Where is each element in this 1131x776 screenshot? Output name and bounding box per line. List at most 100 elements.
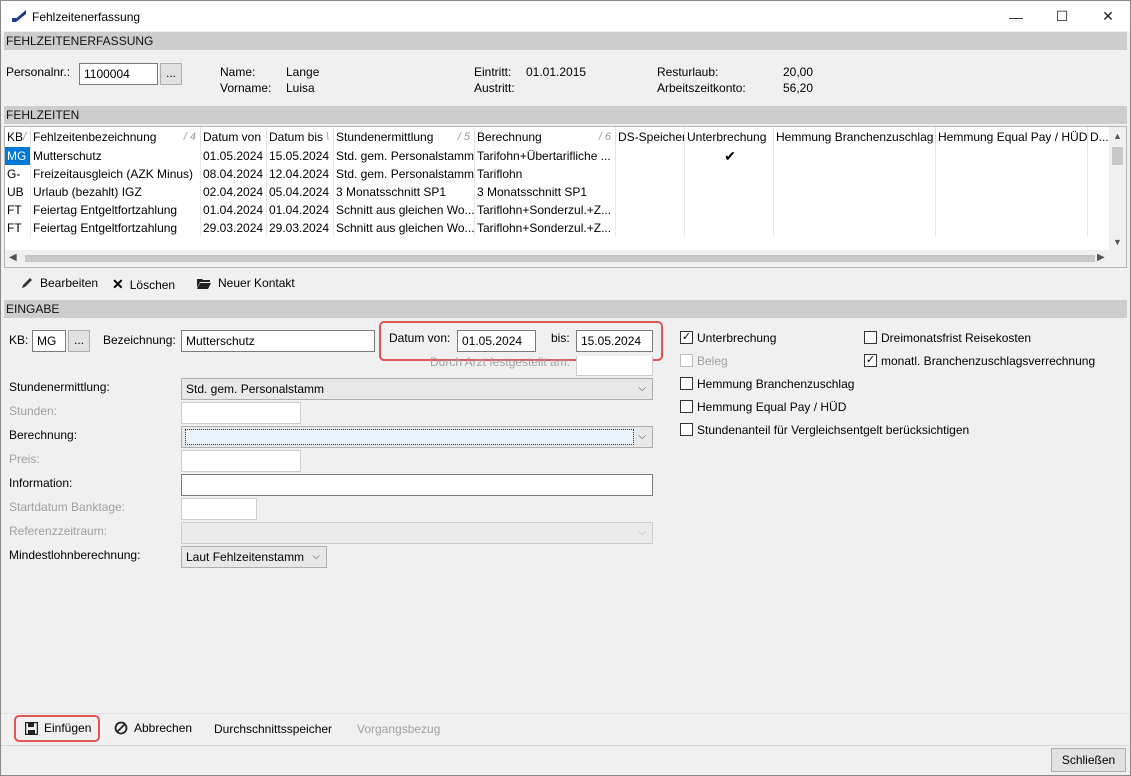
hemmung-equal-pay-checkbox[interactable] [680,400,693,413]
schliessen-button[interactable]: Schließen [1051,748,1126,772]
horizontal-scrollbar[interactable]: ◀ ▶ [5,250,1126,267]
minimize-button[interactable]: — [993,1,1039,32]
mindestlohn-select[interactable]: Laut Fehlzeitenstamm ⌵ [181,546,327,568]
bezeichnung-input[interactable]: Mutterschutz [181,330,375,352]
berechnung-focus-box [185,429,634,445]
neuer-kontakt-label: Neuer Kontakt [218,276,295,290]
vorgangsbezug-button[interactable]: Vorgangsbezug [357,722,440,736]
stundenermittlung-value: Std. gem. Personalstamm [186,382,325,396]
personalnr-browse-button[interactable]: ... [160,63,182,85]
monatl-branchenzuschlag-label: monatl. Branchenzuschlagsverrechnung [881,354,1096,368]
cell-hemmung-branchen [774,147,936,165]
cell-stundenermittlung: Schnitt aus gleichen Wo... [336,219,475,237]
section-header-eingabe: EINGABE [4,300,1127,318]
stundenanteil-checkbox[interactable] [680,423,693,436]
scroll-up-icon[interactable]: ▲ [1113,131,1122,141]
bearbeiten-button[interactable]: Bearbeiten [20,276,98,290]
cell-berechnung: Tariflohn+Sonderzul.+Z... [475,219,616,237]
dreimonatsfrist-checkbox[interactable] [864,331,877,344]
durchschnittsspeicher-button[interactable]: Durchschnittsspeicher [214,722,332,736]
startdatum-banktage-input[interactable] [181,498,257,520]
datum-von-input[interactable]: 01.05.2024 [457,330,536,352]
column-header-datum-bis[interactable]: Datum bis \ [267,127,334,147]
cell-stundenermittlung: Schnitt aus gleichen Wo... [336,201,475,219]
cell-unterbrechung [685,183,774,201]
scroll-left-icon[interactable]: ◀ [9,252,17,263]
berechnung-select[interactable]: ⌵ [181,426,653,448]
einfuegen-label: Einfügen [44,721,92,735]
cell-datum-von: 01.04.2024 [201,201,267,219]
column-header-berechnung[interactable]: Berechnung/ 6 [475,127,616,147]
column-header-stundenermittlung[interactable]: Stundenermittlung/ 5 [334,127,475,147]
loeschen-label: Löschen [129,277,176,292]
vorname-label: Vorname: [220,81,272,95]
stunden-label: Stunden: [9,404,58,418]
stunden-input[interactable] [181,402,301,424]
fehlzeiten-grid[interactable]: KB / Fehlzeitenbezeichnung/ 4 Datum von D… [4,126,1127,268]
cell-unterbrechung-check-icon: ✔ [685,147,774,165]
personalnr-label: Personalnr.: [6,65,71,79]
arzt-festgestellt-input[interactable] [576,356,653,376]
column-header-fehlzeitenbezeichnung[interactable]: Fehlzeitenbezeichnung/ 4 [31,127,201,147]
vertical-scrollbar[interactable]: ▲ ▼ [1109,127,1126,251]
cancel-circle-icon [114,721,128,735]
arbeitszeitkonto-label: Arbeitszeitkonto: [657,81,746,95]
referenzzeitraum-label: Referenzzeitraum: [9,524,108,538]
loeschen-button[interactable]: ✕ Löschen [112,276,175,293]
cell-hemmung-equal [936,165,1088,183]
close-icon: ✕ [1102,8,1114,24]
referenzzeitraum-select[interactable]: ⌵ [181,522,653,544]
column-header-ds-speicher[interactable]: DS-Speicher [616,127,685,147]
cell-unterbrechung [685,201,774,219]
kb-input[interactable]: MG [32,330,66,352]
vorname-value: Luisa [286,81,315,95]
column-header-hemmung-equal-pay[interactable]: Hemmung Equal Pay / HÜD [936,127,1088,147]
scroll-down-icon[interactable]: ▼ [1113,237,1122,247]
scroll-right-icon[interactable]: ▶ [1097,252,1105,263]
cell-berechnung: Tariflohn [475,165,616,183]
vertical-scroll-thumb[interactable] [1112,147,1123,165]
hemmung-branchenzuschlag-checkbox[interactable] [680,377,693,390]
cell-berechnung: Tarifohn+Übertarifliche ... [475,147,616,165]
column-header-kb[interactable]: KB / [5,127,31,147]
cell-hemmung-equal [936,183,1088,201]
maximize-button[interactable]: ☐ [1039,1,1085,32]
neuer-kontakt-button[interactable]: Neuer Kontakt [196,276,295,290]
title-bar: Fehlzeitenerfassung — ☐ ✕ [0,0,1131,31]
resturlaub-value: 20,00 [783,65,814,79]
eintritt-value: 01.01.2015 [526,65,587,79]
kb-browse-button[interactable]: ... [68,330,90,352]
beleg-label: Beleg [697,354,728,368]
mindestlohn-label: Mindestlohnberechnung: [9,548,141,562]
cell-bezeichnung: Freizeitausgleich (AZK Minus) [31,165,201,183]
cell-ds-speicher [616,183,685,201]
horizontal-scroll-thumb[interactable] [25,255,1095,262]
cell-unterbrechung [685,219,774,237]
column-header-unterbrechung[interactable]: Unterbrechung [685,127,774,147]
close-window-button[interactable]: ✕ [1085,1,1131,32]
cell-ds-speicher [616,201,685,219]
personalnr-input[interactable]: 1100004 [79,63,158,85]
bis-label: bis: [551,331,570,345]
pencil-icon [22,278,32,288]
cell-kb: FT [5,201,31,219]
monatl-branchenzuschlag-checkbox[interactable]: ✓ [864,354,877,367]
datum-bis-input[interactable]: 15.05.2024 [576,330,653,352]
preis-input[interactable] [181,450,301,472]
chevron-down-icon: ⌵ [638,431,646,442]
column-header-datum-von[interactable]: Datum von [201,127,267,147]
information-input[interactable] [181,474,653,496]
arzt-festgestellt-label: Durch Arzt festgestellt am: [430,355,571,369]
column-header-d[interactable]: D... [1088,127,1110,147]
cell-ds-speicher [616,219,685,237]
stundenermittlung-select[interactable]: Std. gem. Personalstamm ⌵ [181,378,653,400]
cell-kb: G- [5,165,31,183]
unterbrechung-checkbox[interactable]: ✓ [680,331,693,344]
beleg-checkbox[interactable] [680,354,693,367]
cell-ds-speicher [616,165,685,183]
hemmung-equal-pay-label: Hemmung Equal Pay / HÜD [697,400,847,414]
column-header-hemmung-branchenzuschlag[interactable]: Hemmung Branchenzuschlag [774,127,936,147]
einfuegen-button[interactable]: Einfügen [25,721,91,735]
datum-von-label: Datum von: [389,331,451,345]
abbrechen-button[interactable]: Abbrechen [114,721,192,735]
